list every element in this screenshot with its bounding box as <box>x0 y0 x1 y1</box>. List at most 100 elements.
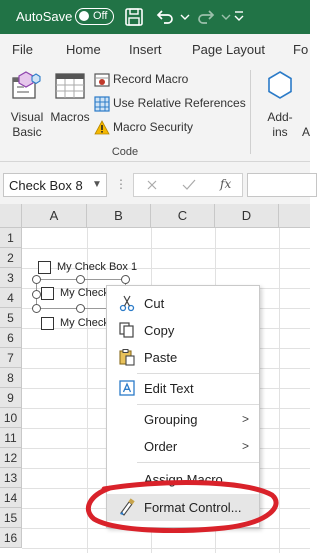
ribbon-cut-off-label: A <box>301 125 310 139</box>
resize-handle[interactable] <box>32 275 41 284</box>
macro-security-button[interactable]: Macro Security <box>94 118 254 138</box>
menu-item-assign-macro[interactable]: Assign Macro... <box>107 466 259 493</box>
formula-input[interactable] <box>247 173 317 197</box>
format-control-icon <box>120 498 135 516</box>
redo-icon[interactable] <box>196 7 216 27</box>
check-box-label: My Check Box 1 <box>57 261 138 273</box>
row-header-3[interactable]: 3 <box>0 268 22 288</box>
menu-item-label: Format Control... <box>144 500 242 515</box>
row-header-9[interactable]: 9 <box>0 388 22 408</box>
visual-basic-label-2: Basic <box>12 125 42 139</box>
row-header-4[interactable]: 4 <box>0 288 22 308</box>
ribbon-developer: Visual Basic Macros Record Macro Use Rel… <box>0 64 310 162</box>
add-ins-label-2: ins <box>272 125 288 139</box>
enter-icon[interactable] <box>182 179 196 191</box>
menu-item-label: Assign Macro... <box>144 472 234 487</box>
gridline <box>22 528 310 529</box>
more-options-icon[interactable]: ⋮ <box>115 177 128 191</box>
menu-item-paste[interactable]: Paste <box>107 344 259 371</box>
worksheet-grid[interactable]: A B C D 1 2 3 4 5 6 7 8 9 10 11 12 13 14… <box>0 204 310 553</box>
menu-item-label: Order <box>144 439 178 454</box>
check-box-selected[interactable]: My Check <box>41 285 111 303</box>
menu-item-edit-text[interactable]: Edit Text <box>107 375 259 402</box>
menu-item-label: Paste <box>144 350 178 365</box>
checkbox-square[interactable] <box>38 261 51 274</box>
autosave-state: Off <box>93 10 108 22</box>
column-header-e[interactable] <box>279 204 310 228</box>
record-macro-button[interactable]: Record Macro <box>94 70 254 90</box>
menu-item-grouping[interactable]: Grouping > <box>107 406 259 433</box>
row-header-16[interactable]: 16 <box>0 528 22 548</box>
row-header-8[interactable]: 8 <box>0 368 22 388</box>
menu-item-label: Edit Text <box>144 381 194 396</box>
menu-item-copy[interactable]: Copy <box>107 317 259 344</box>
chevron-down-icon[interactable]: ▼ <box>92 179 102 190</box>
menu-item-order[interactable]: Order > <box>107 433 259 460</box>
checkbox-square[interactable] <box>41 287 54 300</box>
macro-security-label: Macro Security <box>113 120 194 134</box>
row-header-6[interactable]: 6 <box>0 328 22 348</box>
row-header-5[interactable]: 5 <box>0 308 22 328</box>
cancel-icon[interactable] <box>146 179 158 191</box>
gridline <box>22 248 310 249</box>
macros-label: Macros <box>50 110 90 124</box>
row-header-12[interactable]: 12 <box>0 448 22 468</box>
formula-controls: fx <box>133 173 243 197</box>
menu-separator <box>137 462 259 463</box>
tab-insert[interactable]: Insert <box>129 42 162 57</box>
resize-handle[interactable] <box>32 290 41 299</box>
column-header-d[interactable]: D <box>215 204 279 228</box>
scissors-icon <box>119 295 135 312</box>
column-header-b[interactable]: B <box>87 204 151 228</box>
macros-button[interactable]: Macros <box>48 68 92 128</box>
add-ins-button[interactable]: Add- ins <box>262 68 298 139</box>
check-box-3[interactable]: My Check <box>41 315 111 333</box>
menu-item-label: Cut <box>144 296 165 311</box>
relative-references-icon <box>94 96 110 112</box>
autosave-toggle[interactable]: Off <box>75 8 114 25</box>
name-box[interactable]: Check Box 8 ▼ <box>3 173 107 197</box>
record-macro-icon <box>94 73 110 87</box>
save-icon[interactable] <box>124 7 144 27</box>
ribbon-group-divider <box>250 70 251 154</box>
row-header-13[interactable]: 13 <box>0 468 22 488</box>
redo-dropdown-icon[interactable] <box>221 12 231 22</box>
row-header-1[interactable]: 1 <box>0 228 22 248</box>
customize-toolbar-icon[interactable] <box>233 10 245 24</box>
resize-handle[interactable] <box>32 304 41 313</box>
check-box-label: My Check <box>60 287 109 299</box>
column-header-c[interactable]: C <box>151 204 215 228</box>
code-group-label: Code <box>111 146 139 158</box>
relative-references-label: Use Relative References <box>113 96 246 110</box>
tab-formulas[interactable]: Fo <box>293 42 308 57</box>
tab-home[interactable]: Home <box>66 42 101 57</box>
menu-item-format-control[interactable]: Format Control... <box>107 494 259 521</box>
add-ins-icon <box>268 71 292 99</box>
undo-dropdown-icon[interactable] <box>180 12 190 22</box>
autosave-label: AutoSave <box>16 9 73 24</box>
resize-handle[interactable] <box>76 275 85 284</box>
row-header-11[interactable]: 11 <box>0 428 22 448</box>
row-header-15[interactable]: 15 <box>0 508 22 528</box>
row-header-14[interactable]: 14 <box>0 488 22 508</box>
relative-references-button[interactable]: Use Relative References <box>94 94 254 114</box>
undo-icon[interactable] <box>155 7 175 27</box>
tab-page-layout[interactable]: Page Layout <box>192 42 265 57</box>
row-header-7[interactable]: 7 <box>0 348 22 368</box>
select-all-corner[interactable] <box>0 204 22 228</box>
menu-item-cut[interactable]: Cut <box>107 290 259 317</box>
row-header-10[interactable]: 10 <box>0 408 22 428</box>
column-header-a[interactable]: A <box>22 204 87 228</box>
checkbox-square[interactable] <box>41 317 54 330</box>
edit-text-icon <box>119 380 135 396</box>
resize-handle[interactable] <box>76 304 85 313</box>
visual-basic-button[interactable]: Visual Basic <box>6 68 46 142</box>
tab-file[interactable]: File <box>12 42 33 57</box>
row-header-2[interactable]: 2 <box>0 248 22 268</box>
resize-handle[interactable] <box>121 275 130 284</box>
add-ins-label-1: Add- <box>267 110 293 124</box>
visual-basic-label-1: Visual <box>10 110 44 124</box>
menu-separator <box>137 373 259 374</box>
check-box-label: My Check <box>60 317 109 329</box>
insert-function-icon[interactable]: fx <box>220 177 231 191</box>
